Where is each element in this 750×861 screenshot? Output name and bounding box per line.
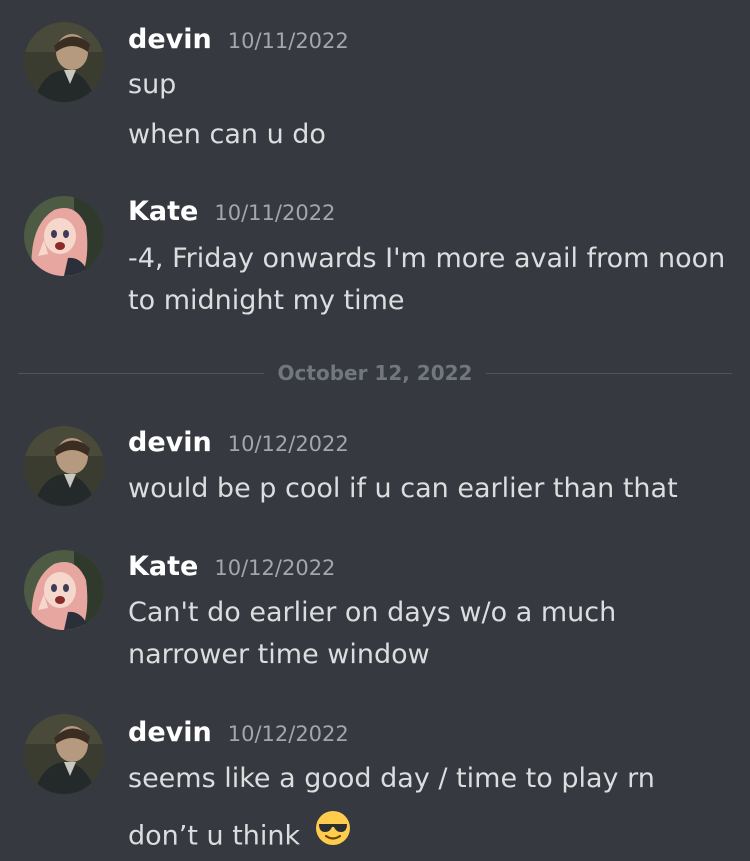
username[interactable]: Kate (128, 551, 198, 582)
divider-line (486, 372, 733, 374)
message-text: sup (128, 69, 177, 100)
devin-avatar[interactable] (24, 426, 104, 506)
username[interactable]: devin (128, 717, 212, 748)
date-divider: October 12, 2022 (18, 360, 733, 386)
timestamp: 10/12/2022 (214, 556, 336, 580)
devin-avatar[interactable] (24, 22, 104, 102)
username[interactable]: devin (128, 24, 212, 55)
username[interactable]: Kate (128, 196, 198, 227)
timestamp: 10/11/2022 (227, 29, 349, 53)
date-divider-label: October 12, 2022 (277, 361, 473, 385)
message-header: Kate 10/12/2022 (128, 551, 335, 591)
message-header: devin 10/11/2022 (128, 24, 349, 64)
divider-line (18, 372, 264, 374)
message-header: devin 10/12/2022 (128, 717, 349, 757)
message-text-with-emoji: don’t u think (128, 810, 730, 861)
timestamp: 10/12/2022 (227, 432, 349, 456)
message-text: seems like a good day / time to play rn (128, 763, 655, 794)
devin-avatar[interactable] (24, 714, 104, 794)
username[interactable]: devin (128, 427, 212, 458)
smiling-face-with-sunglasses-emoji-icon (315, 810, 351, 858)
timestamp: 10/11/2022 (214, 201, 336, 225)
kate-avatar[interactable] (24, 550, 104, 630)
message-text: narrower time window (128, 639, 430, 670)
message-text: to midnight my time (128, 285, 405, 316)
message-header: devin 10/12/2022 (128, 427, 349, 467)
message-text: -4, Friday onwards I'm more avail from n… (128, 243, 726, 274)
message-text: when can u do (128, 119, 326, 150)
kate-avatar[interactable] (24, 196, 104, 276)
message-text: don’t u think (128, 820, 301, 852)
message-header: Kate 10/11/2022 (128, 196, 335, 236)
timestamp: 10/12/2022 (227, 722, 349, 746)
message-text: would be p cool if u can earlier than th… (128, 473, 678, 504)
message-text: Can't do earlier on days w/o a much (128, 597, 617, 628)
